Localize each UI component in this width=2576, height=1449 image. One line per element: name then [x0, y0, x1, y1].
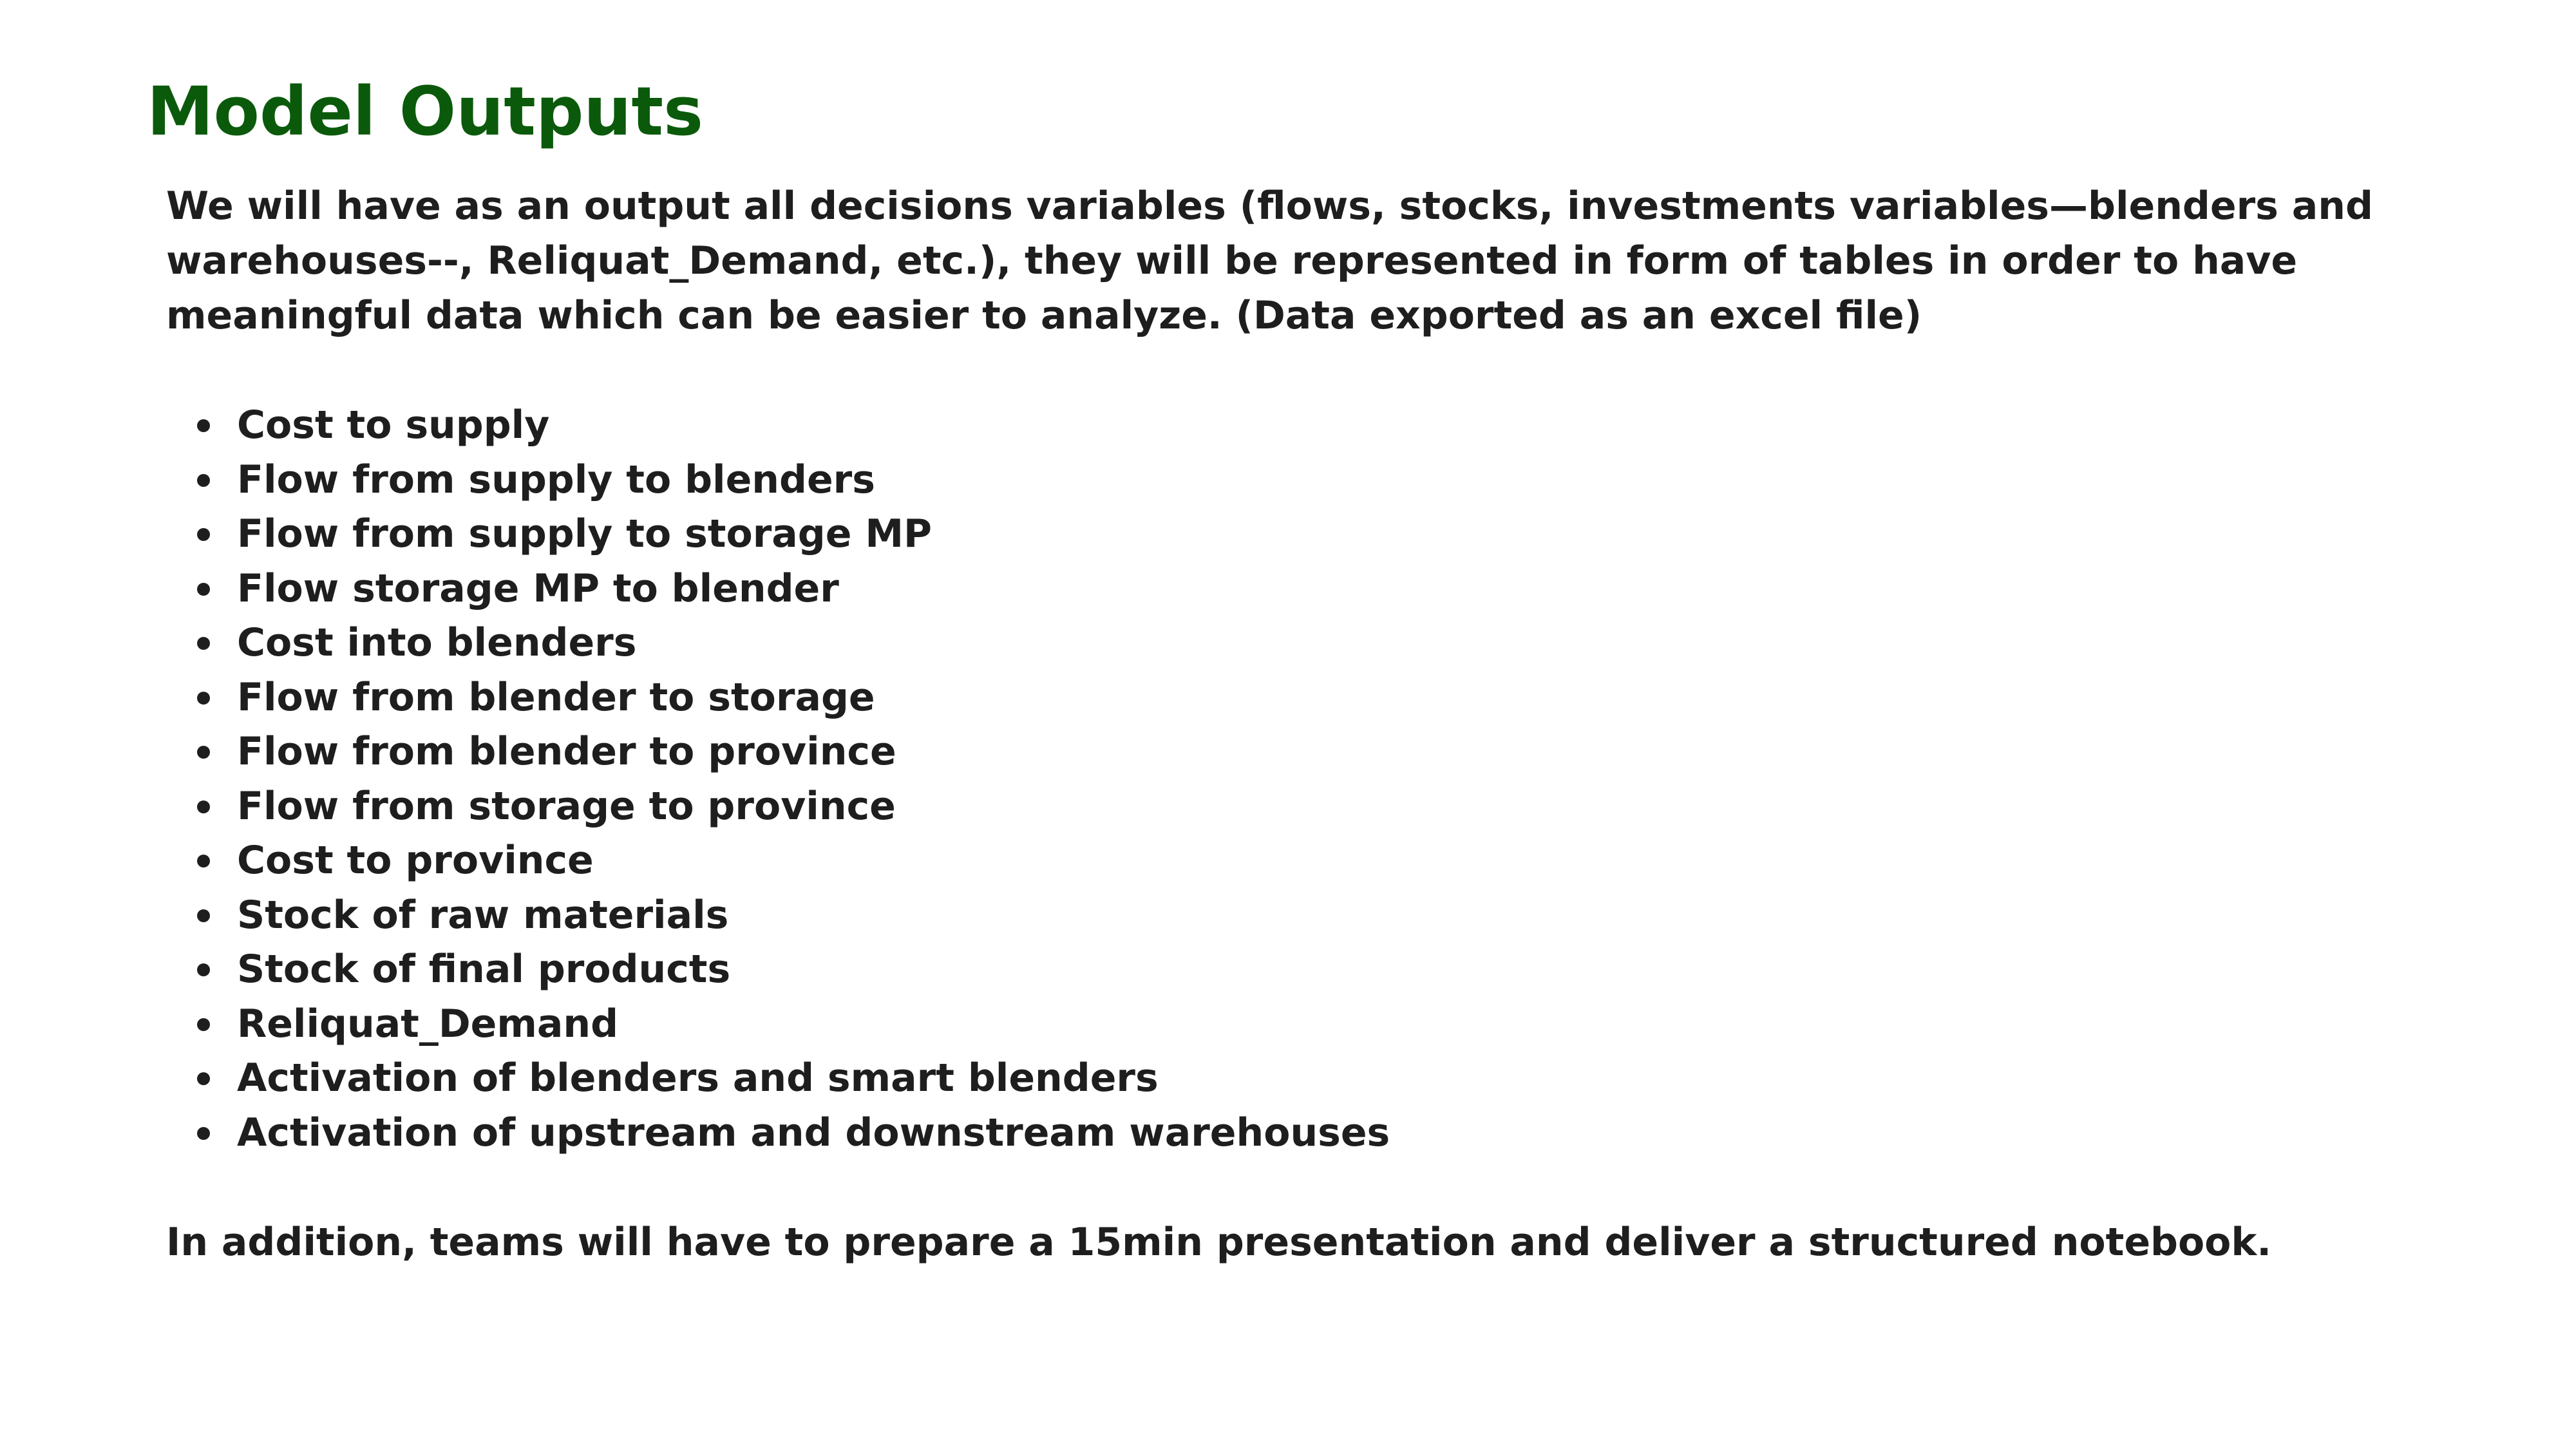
list-item: Reliquat_Demand	[196, 997, 1390, 1052]
list-item: Activation of blenders and smart blender…	[196, 1051, 1390, 1106]
list-item: Flow from supply to storage MP	[196, 507, 1390, 562]
closing-paragraph: In addition, teams will have to prepare …	[166, 1220, 2272, 1265]
list-item: Cost into blenders	[196, 616, 1390, 670]
list-item: Cost to supply	[196, 398, 1390, 453]
list-item: Flow from storage to province	[196, 779, 1390, 834]
list-item: Stock of raw materials	[196, 888, 1390, 943]
output-list: Cost to supply Flow from supply to blend…	[166, 398, 1390, 1160]
list-item: Activation of upstream and downstream wa…	[196, 1106, 1390, 1160]
list-item: Flow storage MP to blender	[196, 562, 1390, 616]
slide: Model Outputs We will have as an output …	[0, 0, 2576, 1449]
slide-title: Model Outputs	[147, 72, 704, 151]
intro-paragraph: We will have as an output all decisions …	[166, 184, 2373, 338]
list-item: Flow from supply to blenders	[196, 453, 1390, 507]
list-item: Flow from blender to province	[196, 724, 1390, 779]
list-item: Stock of final products	[196, 942, 1390, 997]
list-item: Flow from blender to storage	[196, 670, 1390, 725]
list-item: Cost to province	[196, 833, 1390, 888]
